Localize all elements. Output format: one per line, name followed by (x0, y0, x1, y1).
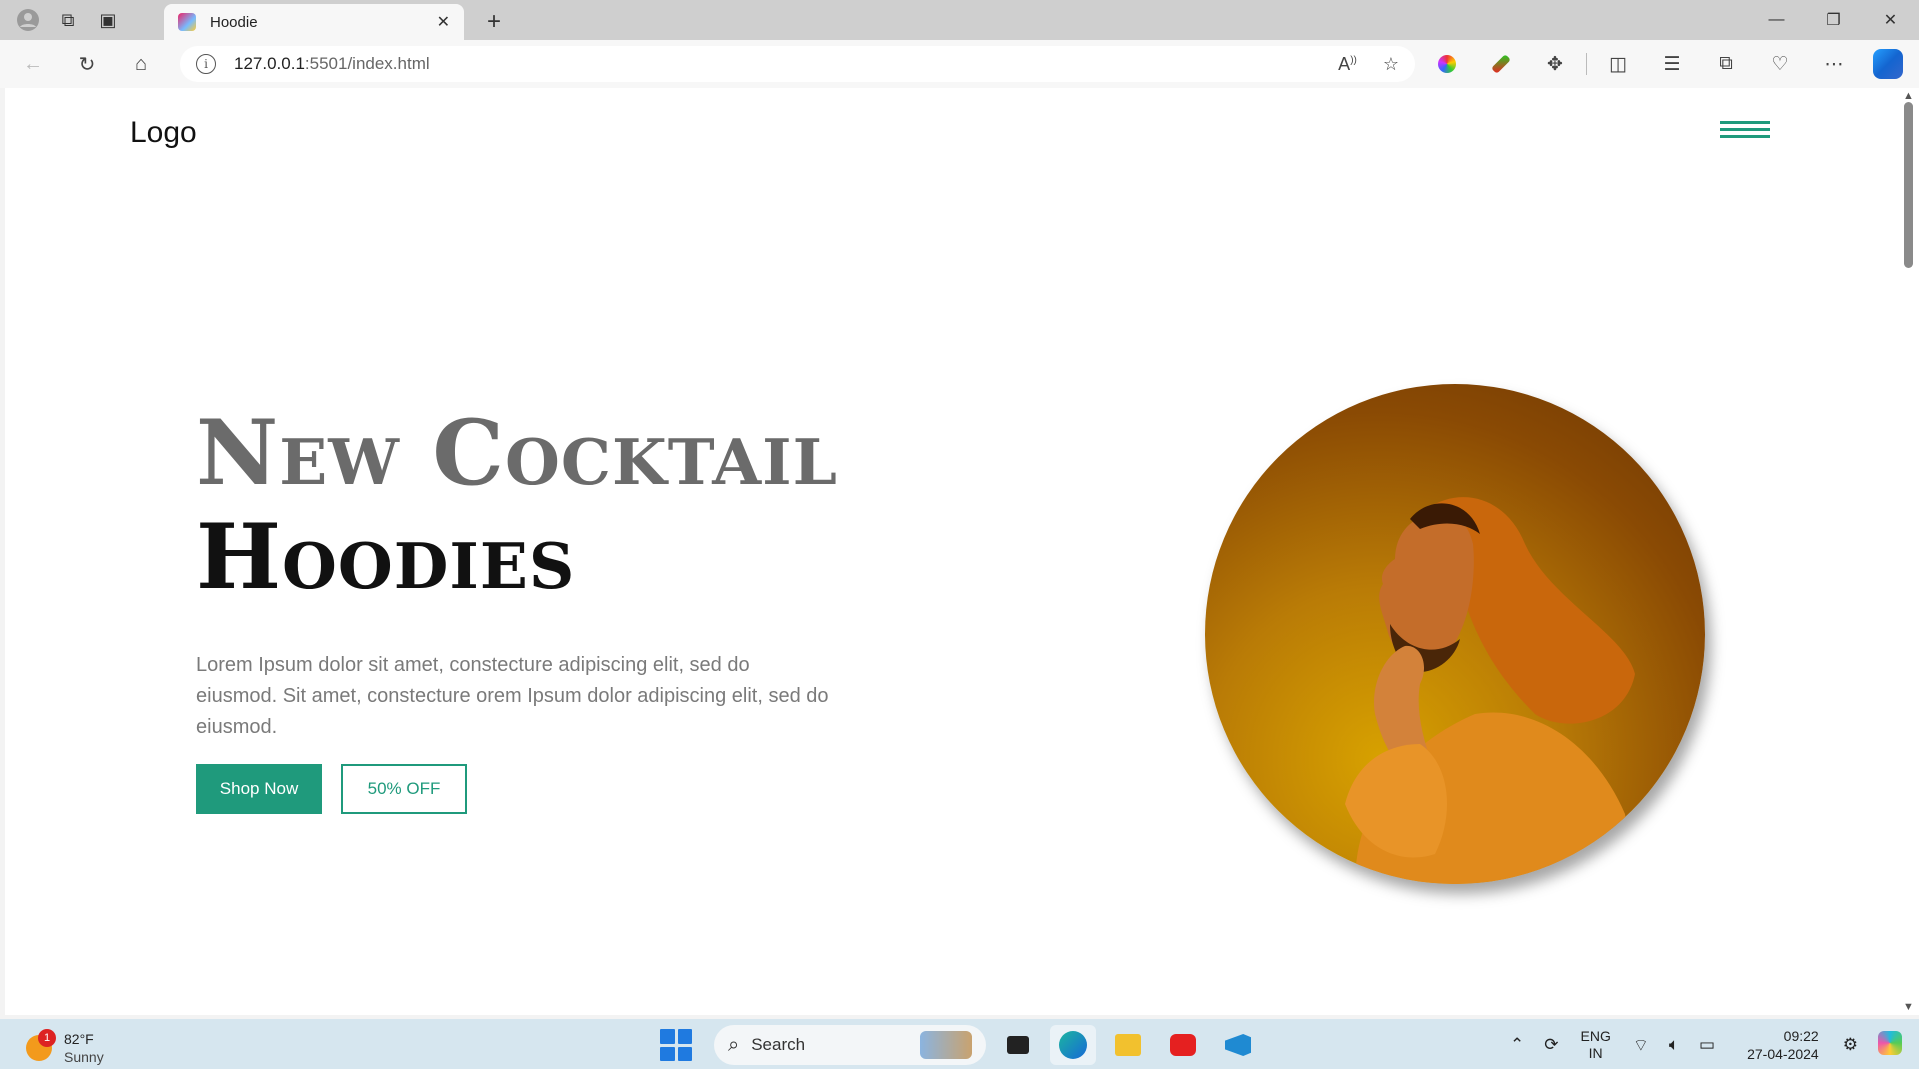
tab-title: Hoodie (210, 13, 258, 31)
browser-essentials-icon[interactable]: ♡ (1753, 46, 1807, 82)
new-tab-button[interactable]: + (476, 4, 512, 40)
split-screen-icon[interactable]: ◫ (1591, 46, 1645, 82)
color-extension-icon[interactable] (1420, 46, 1474, 82)
favorite-star-icon[interactable]: ☆ (1383, 54, 1399, 75)
wifi-icon[interactable]: ⌔ (1633, 1035, 1649, 1056)
notification-settings-icon[interactable]: ⚙ (1843, 1035, 1858, 1055)
page-scrollbar[interactable]: ▲ ▼ (1898, 88, 1919, 1015)
collections-icon[interactable]: ⧉ (1699, 46, 1753, 82)
task-view-icon[interactable] (995, 1025, 1041, 1065)
youtube-icon[interactable] (1160, 1025, 1206, 1065)
close-window-icon[interactable]: ✕ (1862, 0, 1919, 40)
window-controls: — ❐ ✕ (1748, 0, 1919, 40)
taskbar-search-label: Search (751, 1035, 806, 1054)
clock-date: 27-04-2024 (1747, 1046, 1819, 1062)
refresh-icon[interactable]: ↻ (66, 43, 108, 85)
vertical-tabs-icon[interactable]: ▣ (88, 0, 128, 40)
vscode-icon[interactable] (1215, 1025, 1261, 1065)
read-aloud-icon[interactable]: A)) (1338, 54, 1357, 75)
hero-title-line2: Hoodies (196, 504, 576, 610)
restore-icon[interactable]: ❐ (1805, 0, 1862, 40)
extensions-puzzle-icon[interactable]: ✥ (1528, 46, 1582, 82)
start-button[interactable] (660, 1029, 692, 1061)
hero-title-line1: New Cocktail (196, 400, 838, 506)
language-code: ENG (1580, 1028, 1611, 1044)
taskbar-search[interactable]: ⌕ Search (714, 1025, 986, 1065)
hero-title: New Cocktail Hoodies (196, 408, 838, 602)
tab-favicon-icon (178, 13, 196, 31)
back-icon[interactable]: ← (12, 43, 54, 85)
hero-portrait-image (1205, 384, 1705, 884)
site-logo[interactable]: Logo (130, 116, 197, 150)
search-icon: ⌕ (728, 1033, 740, 1056)
site-info-icon[interactable]: i (196, 54, 216, 74)
weather-badge: 1 (38, 1029, 56, 1047)
volume-icon[interactable]: 🔈︎ (1669, 1035, 1679, 1055)
close-tab-icon[interactable]: ✕ (437, 12, 450, 32)
weather-sun-icon: 1 (26, 1029, 56, 1061)
battery-icon[interactable]: ▭ (1699, 1035, 1715, 1055)
clock[interactable]: 09:22 27-04-2024 (1747, 1027, 1819, 1063)
language-indicator[interactable]: ENG IN (1581, 1028, 1611, 1062)
clock-time: 09:22 (1783, 1028, 1819, 1044)
system-tray: ⌃ ⟳ ENG IN ⌔ 🔈︎ ▭ 09:22 27-04-2024 ⚙ (1500, 1025, 1912, 1065)
url-path: :5501/index.html (304, 54, 430, 73)
hero-description: Lorem Ipsum dolor sit amet, constecture … (196, 654, 829, 738)
page-viewport: Logo New Cocktail Hoodies Lorem Ipsum do… (5, 88, 1898, 1015)
url-host: 127.0.0.1 (234, 54, 305, 73)
chevron-up-icon[interactable]: ⌃ (1510, 1035, 1524, 1055)
weather-widget[interactable]: 1 82°F Sunny (26, 1029, 104, 1066)
copilot-icon[interactable] (1861, 46, 1915, 82)
extensions-area: ✥ ◫ ☰ ⧉ ♡ ⋯ (1420, 46, 1915, 82)
more-menu-icon[interactable]: ⋯ (1807, 46, 1861, 82)
scroll-up-icon[interactable]: ▲ (1903, 90, 1914, 102)
copilot-taskbar-icon[interactable] (1877, 1030, 1902, 1060)
toolbar-divider (1586, 53, 1587, 75)
scroll-down-icon[interactable]: ▼ (1903, 1001, 1914, 1013)
taskbar-apps: ⌕ Search (660, 1025, 1261, 1065)
profile-icon[interactable] (8, 0, 48, 40)
hamburger-menu-icon[interactable] (1720, 121, 1770, 143)
shop-now-button[interactable]: Shop Now (196, 764, 322, 814)
scrollbar-thumb[interactable] (1904, 102, 1913, 268)
workspaces-icon[interactable]: ⧉ (48, 0, 88, 40)
weather-temperature: 82°F (64, 1031, 94, 1047)
region-code: IN (1588, 1045, 1603, 1061)
discount-button[interactable]: 50% OFF (341, 764, 467, 814)
minimize-icon[interactable]: — (1748, 0, 1805, 40)
search-highlight-image (920, 1031, 972, 1059)
address-bar[interactable]: i 127.0.0.1:5501/index.html A)) ☆ (180, 46, 1415, 82)
pen-extension-icon[interactable] (1474, 46, 1528, 82)
weather-condition: Sunny (64, 1049, 104, 1065)
favorites-icon[interactable]: ☰ (1645, 46, 1699, 82)
tab-hoodie[interactable]: Hoodie ✕ (164, 4, 464, 40)
sync-icon[interactable]: ⟳ (1544, 1035, 1558, 1055)
home-icon[interactable]: ⌂ (120, 43, 162, 85)
edge-browser-icon[interactable] (1050, 1025, 1096, 1065)
file-explorer-icon[interactable] (1105, 1025, 1151, 1065)
